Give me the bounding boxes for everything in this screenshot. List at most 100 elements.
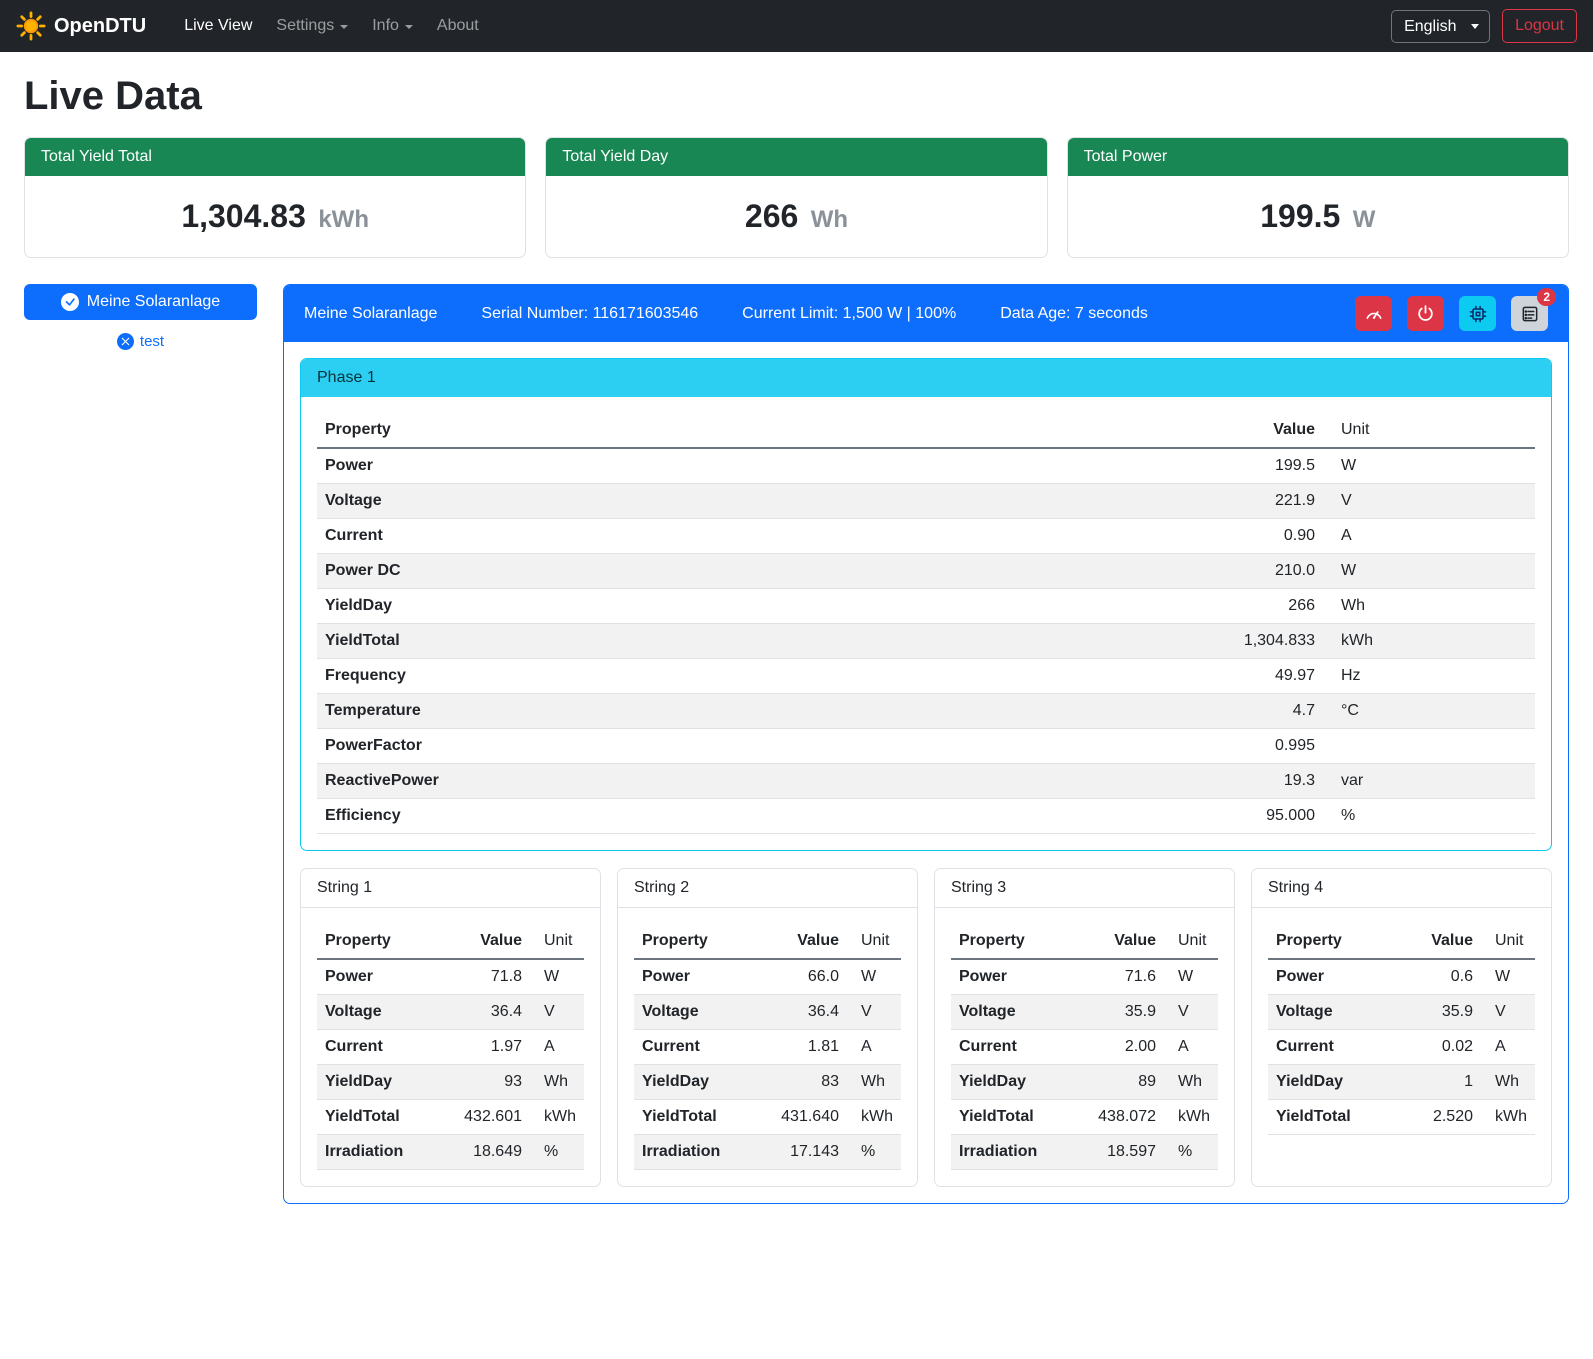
property-cell: Frequency (317, 659, 1193, 694)
table-row: Voltage 36.4 V (634, 995, 901, 1030)
sun-icon (16, 11, 46, 41)
value-cell: 71.8 (456, 959, 530, 995)
check-circle-icon (61, 293, 79, 311)
unit-cell: kWh (847, 1100, 901, 1135)
cpu-icon (1468, 304, 1488, 324)
unit-cell: Wh (847, 1065, 901, 1100)
col-header-value: Value (1409, 924, 1481, 959)
event-log-button[interactable]: 2 (1511, 296, 1548, 331)
main-nav: Live View Settings Info About (174, 9, 489, 43)
col-header-property: Property (317, 413, 1193, 448)
unit-cell: W (847, 959, 901, 995)
property-cell: Voltage (951, 995, 1090, 1030)
string-card-title: String 2 (618, 869, 917, 908)
property-cell: Efficiency (317, 799, 1193, 834)
table-row: Power 71.6 W (951, 959, 1218, 995)
col-header-unit: Unit (1323, 413, 1535, 448)
unit-cell: V (1164, 995, 1218, 1030)
brand-name: OpenDTU (54, 15, 146, 38)
card-title: Total Yield Day (546, 138, 1046, 176)
unit-cell: W (1164, 959, 1218, 995)
gauge-icon (1364, 304, 1384, 324)
table-row: Voltage 35.9 V (1268, 995, 1535, 1030)
table-row: Irradiation 17.143 % (634, 1135, 901, 1170)
string-table-body: Power 66.0 W Voltage 36.4 V (634, 959, 901, 1170)
property-cell: YieldDay (1268, 1065, 1409, 1100)
unit-cell: A (1164, 1030, 1218, 1065)
value-cell: 1.81 (773, 1030, 847, 1065)
table-header-row: Property Value Unit (634, 924, 901, 959)
value-cell: 36.4 (773, 995, 847, 1030)
total-yield-day-card: Total Yield Day 266 Wh (545, 137, 1047, 258)
value-cell: 18.649 (456, 1135, 530, 1170)
power-button[interactable] (1407, 296, 1444, 331)
device-info-button[interactable] (1459, 296, 1496, 331)
col-header-unit: Unit (1481, 924, 1535, 959)
language-select[interactable]: English (1391, 10, 1490, 43)
value-cell: 1,304.833 (1193, 624, 1323, 659)
unit-cell: W (1323, 554, 1535, 589)
value-cell: 0.995 (1193, 729, 1323, 764)
nav-live-view[interactable]: Live View (174, 9, 262, 43)
unit-cell: Wh (1323, 589, 1535, 624)
table-row: PowerFactor 0.995 (317, 729, 1535, 764)
inverter-button-selected[interactable]: Meine Solaranlage (24, 284, 257, 320)
property-cell: YieldDay (317, 589, 1193, 624)
table-row: Irradiation 18.597 % (951, 1135, 1218, 1170)
live-data-page: Live Data Total Yield Total 1,304.83 kWh… (0, 52, 1593, 1228)
table-row: Current 0.90 A (317, 519, 1535, 554)
property-cell: YieldDay (634, 1065, 773, 1100)
card-value: 1,304.83 (181, 198, 306, 234)
limit-settings-button[interactable] (1355, 296, 1392, 331)
inverter-link-label: test (140, 333, 164, 350)
value-cell: 266 (1193, 589, 1323, 624)
table-row: YieldTotal 2.520 kWh (1268, 1100, 1535, 1135)
x-circle-icon (117, 333, 134, 350)
col-header-unit: Unit (847, 924, 901, 959)
value-cell: 35.9 (1409, 995, 1481, 1030)
chevron-down-icon (405, 25, 413, 29)
logout-button[interactable]: Logout (1502, 9, 1577, 43)
property-cell: Temperature (317, 694, 1193, 729)
property-cell: Current (1268, 1030, 1409, 1065)
property-cell: Power (1268, 959, 1409, 995)
property-cell: YieldTotal (951, 1100, 1090, 1135)
property-cell: Voltage (634, 995, 773, 1030)
value-cell: 19.3 (1193, 764, 1323, 799)
table-row: YieldDay 1 Wh (1268, 1065, 1535, 1100)
value-cell: 2.00 (1090, 1030, 1164, 1065)
unit-cell: % (530, 1135, 584, 1170)
nav-settings[interactable]: Settings (266, 9, 358, 43)
col-header-value: Value (456, 924, 530, 959)
property-cell: Irradiation (951, 1135, 1090, 1170)
property-cell: YieldTotal (1268, 1100, 1409, 1135)
table-header-row: Property Value Unit (317, 924, 584, 959)
property-cell: Current (951, 1030, 1090, 1065)
nav-about[interactable]: About (427, 9, 489, 43)
string-3-table: Property Value Unit Power (951, 924, 1218, 1170)
property-cell: Voltage (317, 484, 1193, 519)
card-value: 266 (745, 198, 798, 234)
phase-table: Property Value Unit Power (317, 413, 1535, 834)
total-yield-total-card: Total Yield Total 1,304.83 kWh (24, 137, 526, 258)
property-cell: Irradiation (317, 1135, 456, 1170)
property-cell: YieldTotal (634, 1100, 773, 1135)
col-header-property: Property (951, 924, 1090, 959)
inverter-button-test[interactable]: test (24, 332, 257, 351)
inverter-name: Meine Solaranlage (304, 305, 437, 323)
col-header-value: Value (1193, 413, 1323, 448)
col-header-unit: Unit (530, 924, 584, 959)
unit-cell: kWh (1481, 1100, 1535, 1135)
card-unit: kWh (318, 206, 369, 233)
value-cell: 71.6 (1090, 959, 1164, 995)
inverter-selector: Meine Solaranlage test (24, 284, 257, 351)
table-header-row: Property Value Unit (951, 924, 1218, 959)
brand-logo[interactable]: OpenDTU (16, 11, 146, 41)
nav-info[interactable]: Info (362, 9, 423, 43)
value-cell: 4.7 (1193, 694, 1323, 729)
table-row: YieldTotal 1,304.833 kWh (317, 624, 1535, 659)
value-cell: 0.6 (1409, 959, 1481, 995)
unit-cell: V (1481, 995, 1535, 1030)
property-cell: YieldTotal (317, 1100, 456, 1135)
power-icon (1416, 304, 1435, 323)
